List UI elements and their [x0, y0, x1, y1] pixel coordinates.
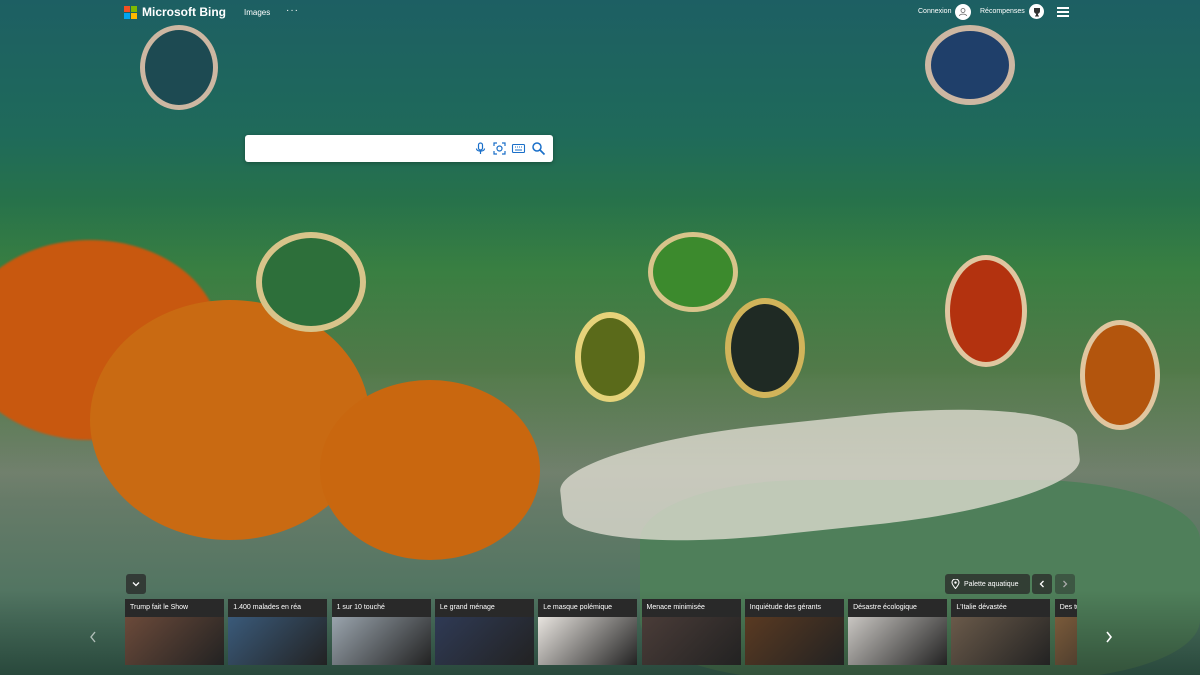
news-card-title: Inquiétude des gérants — [744, 599, 844, 617]
news-card-thumbnail — [641, 617, 741, 665]
news-card-thumbnail — [125, 617, 224, 665]
news-card[interactable]: 1.400 malades en réa — [228, 599, 328, 665]
image-info-button[interactable]: Palette aquatique — [945, 574, 1030, 594]
microphone-icon[interactable] — [473, 141, 488, 156]
news-card-thumbnail — [951, 617, 1051, 665]
news-card-title: 1 sur 10 touché — [331, 599, 431, 617]
news-card[interactable]: Inquiétude des gérants — [744, 599, 844, 665]
user-icon — [959, 8, 967, 17]
news-card-title: 1.400 malades en réa — [228, 599, 328, 617]
expand-feed-button[interactable] — [126, 574, 146, 594]
keyboard-icon[interactable] — [511, 141, 526, 156]
news-carousel: Trump fait le Show 1.400 malades en réa 1 … — [125, 599, 1077, 665]
brand-name: Microsoft Bing — [142, 5, 226, 19]
news-card-thumbnail — [434, 617, 534, 665]
search-icon[interactable] — [531, 141, 546, 156]
news-card[interactable]: Désastre écologique — [848, 599, 948, 665]
signin-link[interactable]: Connexion — [918, 8, 951, 15]
chevron-left-icon — [1039, 580, 1044, 588]
news-card[interactable]: L'Italie dévastée — [951, 599, 1051, 665]
news-card-title: Le grand ménage — [434, 599, 534, 617]
news-card-thumbnail — [331, 617, 431, 665]
visual-search-icon[interactable] — [492, 141, 507, 156]
previous-image-button[interactable] — [1032, 574, 1052, 594]
menu-icon[interactable] — [1057, 7, 1069, 17]
news-card-title: Menace minimisée — [641, 599, 741, 617]
carousel-next-arrow[interactable] — [1102, 628, 1116, 646]
news-card-thumbnail — [228, 617, 328, 665]
rewards-trophy-icon[interactable] — [1029, 4, 1044, 19]
news-card-thumbnail — [848, 617, 948, 665]
news-card-title: Des tu — [1054, 599, 1077, 617]
news-card[interactable]: Le masque polémique — [538, 599, 638, 665]
carousel-prev-arrow[interactable] — [86, 628, 100, 646]
image-title: Palette aquatique — [964, 580, 1019, 588]
next-image-button[interactable] — [1055, 574, 1075, 594]
news-card-title: Désastre écologique — [848, 599, 948, 617]
news-card[interactable]: 1 sur 10 touché — [331, 599, 431, 665]
news-card[interactable]: Le grand ménage — [434, 599, 534, 665]
news-card-thumbnail — [1054, 617, 1077, 665]
news-card-thumbnail — [538, 617, 638, 665]
chevron-right-icon — [1063, 580, 1068, 588]
microsoft-logo-icon — [124, 5, 137, 19]
chevron-left-icon — [90, 631, 96, 643]
rewards-link[interactable]: Récompenses — [980, 8, 1025, 15]
news-card-thumbnail — [744, 617, 844, 665]
news-card[interactable]: Trump fait le Show — [125, 599, 224, 665]
news-card-title: L'Italie dévastée — [951, 599, 1051, 617]
search-box — [245, 135, 553, 162]
avatar[interactable] — [955, 4, 971, 20]
news-card-title: Le masque polémique — [538, 599, 638, 617]
top-bar: Microsoft Bing Images ··· Connexion Réco… — [0, 0, 1200, 26]
chevron-down-icon — [132, 582, 140, 587]
search-input[interactable] — [253, 139, 468, 158]
chevron-right-icon — [1106, 631, 1113, 643]
nav-images-link[interactable]: Images — [244, 8, 270, 17]
location-pin-icon — [951, 579, 960, 589]
news-card[interactable]: Des tu — [1054, 599, 1077, 665]
bing-logo[interactable]: Microsoft Bing — [124, 5, 226, 19]
news-card-title: Trump fait le Show — [125, 599, 224, 617]
news-card[interactable]: Menace minimisée — [641, 599, 741, 665]
nav-more-menu[interactable]: ··· — [286, 5, 299, 16]
